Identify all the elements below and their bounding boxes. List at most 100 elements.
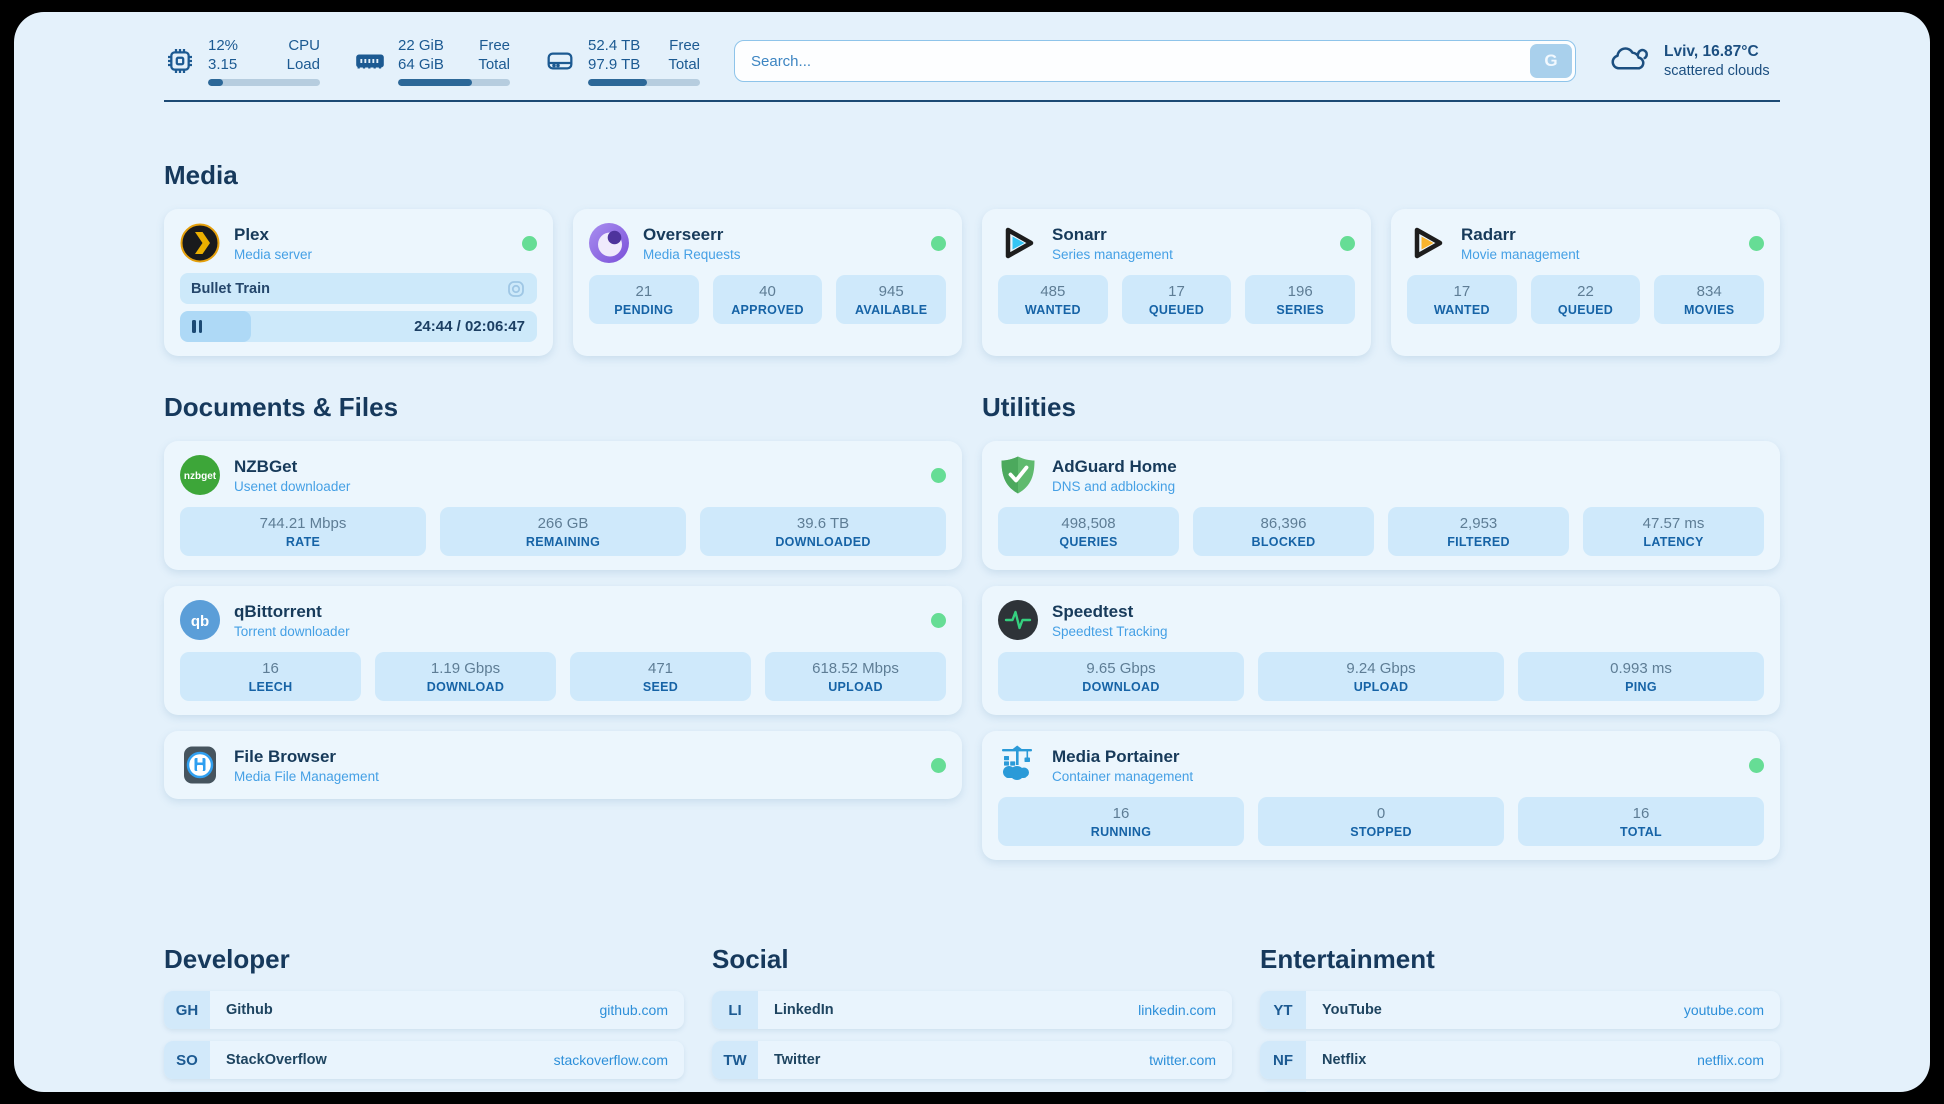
ram-total-label: Total (478, 55, 510, 74)
disk-stat: 52.4 TB Free 97.9 TB Total (544, 36, 700, 86)
overseerr-pending-stat: 21 PENDING (589, 275, 699, 324)
cloud-icon (1610, 44, 1652, 78)
adguard-latency-stat: 47.57 ms LATENCY (1583, 507, 1764, 556)
qbittorrent-upload-stat: 618.52 Mbps UPLOAD (765, 652, 946, 701)
top-bar: 12% CPU 3.15 Load (14, 12, 1930, 86)
filebrowser-card[interactable]: File Browser Media File Management (164, 731, 962, 799)
nzbget-status-dot (931, 468, 946, 483)
link-youtube[interactable]: YT YouTube youtube.com (1260, 991, 1780, 1029)
cpu-progress-track (208, 79, 320, 86)
radarr-movies-stat: 834 MOVIES (1654, 275, 1764, 324)
sonarr-status-dot (1340, 236, 1355, 251)
entertainment-section-title: Entertainment (1260, 944, 1780, 975)
link-dev[interactable]: DT DEV dev.to (164, 1091, 684, 1092)
sonarr-card[interactable]: Sonarr Series management 485 WANTED 17 Q… (982, 209, 1371, 356)
social-section: Social LI LinkedIn linkedin.com TW Twitt… (712, 944, 1232, 1092)
link-github[interactable]: GH Github github.com (164, 991, 684, 1029)
disk-total-label: Total (668, 55, 700, 74)
adguard-card[interactable]: AdGuard Home DNS and adblocking 498,508 … (982, 441, 1780, 570)
qbittorrent-status-dot (931, 613, 946, 628)
link-twitter[interactable]: TW Twitter twitter.com (712, 1041, 1232, 1079)
nzbget-remaining-stat: 266 GB REMAINING (440, 507, 686, 556)
link-stackoverflow[interactable]: SO StackOverflow stackoverflow.com (164, 1041, 684, 1079)
qbittorrent-leech-stat: 16 LEECH (180, 652, 361, 701)
search-input[interactable] (734, 40, 1576, 82)
overseerr-card[interactable]: Overseerr Media Requests 21 PENDING 40 A… (573, 209, 962, 356)
overseerr-approved-stat: 40 APPROVED (713, 275, 823, 324)
utilities-section-title: Utilities (982, 392, 1780, 423)
media-section-title: Media (164, 160, 1780, 191)
adguard-queries-stat: 498,508 QUERIES (998, 507, 1179, 556)
filebrowser-status-dot (931, 758, 946, 773)
speedtest-upload-stat: 9.24 Gbps UPLOAD (1258, 652, 1504, 701)
session-icon[interactable] (506, 279, 526, 299)
link-netflix[interactable]: NF Netflix netflix.com (1260, 1041, 1780, 1079)
speedtest-icon (998, 600, 1038, 640)
weather-location-temp: Lviv, 16.87°C (1664, 42, 1770, 62)
plex-progress-fill (180, 311, 251, 342)
link-linkedin[interactable]: LI LinkedIn linkedin.com (712, 991, 1232, 1029)
ram-stat: 22 GiB Free 64 GiB Total (354, 36, 510, 86)
pause-icon (192, 320, 196, 333)
qbittorrent-seed-stat: 471 SEED (570, 652, 751, 701)
radarr-status-dot (1749, 236, 1764, 251)
adguard-icon (998, 455, 1038, 495)
disk-free-value: 52.4 TB (588, 36, 640, 55)
ram-free-value: 22 GiB (398, 36, 444, 55)
stackoverflow-badge: SO (164, 1041, 210, 1079)
cpu-load-label: Load (287, 55, 320, 74)
link-sections: Developer GH Github github.com SO StackO… (164, 944, 1780, 1092)
portainer-stopped-stat: 0 STOPPED (1258, 797, 1504, 846)
radarr-card[interactable]: Radarr Movie management 17 WANTED 22 QUE… (1391, 209, 1780, 356)
reddit-badge: RE (1260, 1091, 1306, 1092)
qbittorrent-icon: qb (180, 600, 220, 640)
plex-icon (180, 223, 220, 263)
social-section-title: Social (712, 944, 1232, 975)
twitter-badge: TW (712, 1041, 758, 1079)
sonarr-subtitle: Series management (1052, 247, 1173, 262)
plex-subtitle: Media server (234, 247, 312, 262)
dashboard-page: 12% CPU 3.15 Load (14, 12, 1930, 1092)
search-engine-button[interactable]: G (1530, 44, 1572, 78)
qbittorrent-download-stat: 1.19 Gbps DOWNLOAD (375, 652, 556, 701)
nzbget-downloaded-stat: 39.6 TB DOWNLOADED (700, 507, 946, 556)
now-playing-title: Bullet Train (191, 281, 270, 297)
cpu-stat: 12% CPU 3.15 Load (164, 36, 320, 86)
nzbget-card[interactable]: nzbget NZBGet Usenet downloader 744.21 M… (164, 441, 962, 570)
adguard-blocked-stat: 86,396 BLOCKED (1193, 507, 1374, 556)
speedtest-card[interactable]: Speedtest Speedtest Tracking 9.65 Gbps D… (982, 586, 1780, 715)
adguard-filtered-stat: 2,953 FILTERED (1388, 507, 1569, 556)
disk-free-label: Free (669, 36, 700, 55)
radarr-queued-stat: 22 QUEUED (1531, 275, 1641, 324)
radarr-wanted-stat: 17 WANTED (1407, 275, 1517, 324)
disk-total-value: 97.9 TB (588, 55, 640, 74)
github-badge: GH (164, 991, 210, 1029)
dashboard-content: Media Plex Media server Bullet Train (14, 160, 1930, 1092)
developer-section: Developer GH Github github.com SO StackO… (164, 944, 684, 1092)
adguard-subtitle: DNS and adblocking (1052, 479, 1177, 494)
portainer-total-stat: 16 TOTAL (1518, 797, 1764, 846)
nzbget-subtitle: Usenet downloader (234, 479, 350, 494)
weather-condition: scattered clouds (1664, 62, 1770, 81)
dev-badge: DT (164, 1091, 210, 1092)
search-bar: G (734, 40, 1576, 82)
link-reddit[interactable]: RE Reddit reddit.com (1260, 1091, 1780, 1092)
sonarr-series-stat: 196 SERIES (1245, 275, 1355, 324)
plex-card[interactable]: Plex Media server Bullet Train (164, 209, 553, 356)
qbittorrent-card[interactable]: qb qBittorrent Torrent downloader 16 (164, 586, 962, 715)
ram-progress-track (398, 79, 510, 86)
plex-progress-bar[interactable]: 24:44 / 02:06:47 (180, 311, 537, 342)
speedtest-subtitle: Speedtest Tracking (1052, 624, 1168, 639)
svg-text:qb: qb (191, 613, 209, 630)
nzbget-icon: nzbget (180, 455, 220, 495)
portainer-card[interactable]: Media Portainer Container management 16 … (982, 731, 1780, 860)
cpu-usage-value: 12% (208, 36, 238, 55)
netflix-badge: NF (1260, 1041, 1306, 1079)
filebrowser-subtitle: Media File Management (234, 769, 379, 784)
ram-icon (354, 45, 386, 77)
cpu-label: CPU (288, 36, 320, 55)
sonarr-title: Sonarr (1052, 225, 1173, 245)
portainer-title: Media Portainer (1052, 747, 1193, 767)
svg-text:nzbget: nzbget (184, 471, 217, 482)
weather-widget: Lviv, 16.87°C scattered clouds (1610, 42, 1780, 81)
